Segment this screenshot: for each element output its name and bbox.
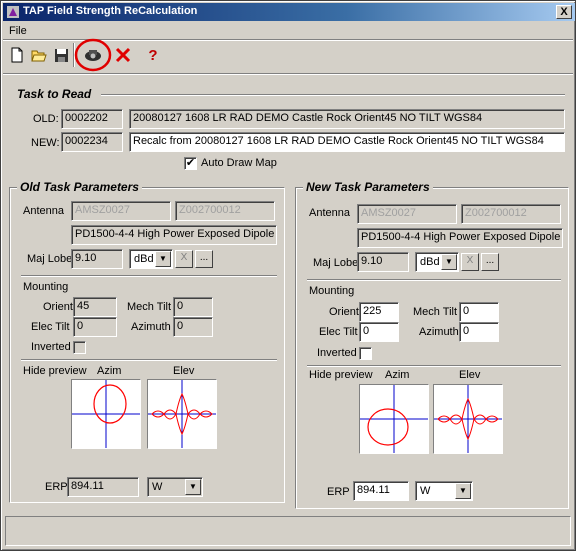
old-erp-value: 894.11: [67, 477, 139, 497]
old-azimuth-label: Azimuth: [131, 321, 171, 333]
old-task-description: 20080127 1608 LR RAD DEMO Castle Rock Or…: [129, 109, 565, 129]
new-elev-label: Elev: [459, 369, 481, 381]
new-azimuth-preview: [359, 384, 429, 454]
old-unit-select[interactable]: dBd ▼: [129, 249, 173, 269]
old-erp-unit-select: W ▼: [147, 477, 203, 497]
new-inverted-label: Inverted: [317, 347, 357, 359]
new-maj-lobe-value: 9.10: [357, 252, 409, 272]
new-azimuth-label: Azimuth: [419, 326, 459, 338]
new-preview-rule: [307, 365, 561, 367]
old-elec-tilt-value: 0: [73, 317, 117, 337]
old-erp-label: ERP: [45, 481, 68, 493]
new-erp-unit-value: W: [420, 485, 431, 497]
new-icon[interactable]: [7, 45, 27, 65]
old-label: OLD:: [33, 113, 59, 125]
old-azim-label: Azim: [97, 365, 122, 377]
old-antenna-id: Z002700012: [175, 201, 275, 221]
old-antenna-label: Antenna: [23, 205, 64, 217]
new-task-description[interactable]: Recalc from 20080127 1608 LR RAD DEMO Ca…: [129, 132, 565, 152]
new-label: NEW:: [31, 137, 60, 149]
highlight-circle: [74, 38, 112, 72]
old-azimuth-pattern: [72, 380, 140, 448]
chevron-down-icon[interactable]: ▼: [441, 254, 457, 270]
new-elevation-pattern: [434, 385, 502, 453]
old-mech-tilt-label: Mech Tilt: [127, 301, 172, 313]
new-inverted-checkbox[interactable]: [359, 347, 372, 360]
new-antenna-id: Z002700012: [461, 204, 561, 224]
title-bar: TAP Field Strength ReCalculation X: [3, 3, 575, 21]
new-antenna-name[interactable]: PD1500-4-4 High Power Exposed Dipole 1: [357, 228, 563, 248]
old-params-heading: Old Task Parameters: [17, 180, 142, 194]
old-orient-label: Orient: [43, 301, 73, 313]
main-window: TAP Field Strength ReCalculation X File …: [0, 0, 576, 551]
new-task-id: 0002234: [61, 132, 123, 152]
old-clear-button[interactable]: X: [175, 250, 193, 268]
auto-draw-checkbox[interactable]: ✔: [184, 157, 197, 170]
auto-draw-label: Auto Draw Map: [201, 157, 277, 169]
chevron-down-icon[interactable]: ▼: [455, 483, 471, 499]
app-icon: [6, 5, 20, 19]
old-more-button[interactable]: ...: [195, 250, 213, 268]
new-maj-lobe-label: Maj Lobe: [313, 257, 359, 269]
new-elec-tilt-label: Elec Tilt: [319, 326, 358, 338]
old-orient-value: 45: [73, 297, 117, 317]
old-preview-rule: [21, 359, 277, 361]
help-icon[interactable]: ?: [143, 45, 163, 65]
old-task-id: 0002202: [61, 109, 123, 129]
old-azimuth-preview: [71, 379, 141, 449]
old-erp-unit-value: W: [152, 481, 163, 493]
open-icon[interactable]: [29, 45, 49, 65]
old-mounting-label: Mounting: [23, 281, 69, 293]
new-erp-label: ERP: [327, 486, 350, 498]
chevron-down-icon[interactable]: ▼: [155, 251, 171, 267]
window-title: TAP Field Strength ReCalculation: [23, 5, 198, 17]
new-more-button[interactable]: ...: [481, 253, 499, 271]
new-elevation-preview: [433, 384, 503, 454]
new-erp-unit-select[interactable]: W ▼: [415, 481, 473, 501]
old-elevation-pattern: [148, 380, 216, 448]
old-inverted-label: Inverted: [31, 341, 71, 353]
old-unit-value: dBd: [134, 253, 154, 265]
old-elec-tilt-label: Elec Tilt: [31, 321, 70, 333]
old-mech-tilt-value: 0: [173, 297, 213, 317]
new-clear-button[interactable]: X: [461, 253, 479, 271]
new-unit-value: dBd: [420, 256, 440, 268]
old-antenna-code: AMSZ0027: [71, 201, 171, 221]
cancel-icon[interactable]: [113, 45, 133, 65]
new-params-heading: New Task Parameters: [303, 180, 433, 194]
status-bar: [5, 516, 571, 546]
new-mech-tilt-label: Mech Tilt: [413, 306, 458, 318]
new-azimuth-input[interactable]: 0: [459, 322, 499, 342]
close-button[interactable]: X: [556, 5, 572, 19]
old-maj-lobe-value: 9.10: [71, 249, 123, 269]
task-heading-rule: [101, 94, 565, 96]
new-unit-select[interactable]: dBd ▼: [415, 252, 459, 272]
old-hide-preview-label[interactable]: Hide preview: [23, 365, 87, 377]
old-maj-lobe-label: Maj Lobe: [27, 253, 73, 265]
new-erp-input[interactable]: 894.11: [353, 481, 409, 501]
new-elec-tilt-input[interactable]: 0: [359, 322, 399, 342]
new-mounting-rule: [307, 279, 561, 281]
old-azimuth-value: 0: [173, 317, 213, 337]
toolbar-divider: [3, 73, 573, 75]
save-icon[interactable]: [51, 45, 71, 65]
task-heading: Task to Read: [17, 87, 92, 101]
new-orient-label: Orient: [329, 306, 359, 318]
new-azimuth-pattern: [360, 385, 428, 453]
new-antenna-code: AMSZ0027: [357, 204, 457, 224]
new-antenna-label: Antenna: [309, 207, 350, 219]
menu-file[interactable]: File: [9, 25, 27, 37]
old-elevation-preview: [147, 379, 217, 449]
old-mounting-rule: [21, 275, 277, 277]
new-mounting-label: Mounting: [309, 285, 355, 297]
chevron-down-icon: ▼: [185, 479, 201, 495]
old-antenna-name: PD1500-4-4 High Power Exposed Dipole 1: [71, 225, 277, 245]
old-elev-label: Elev: [173, 365, 195, 377]
new-orient-input[interactable]: 225: [359, 302, 399, 322]
new-azim-label: Azim: [385, 369, 410, 381]
new-hide-preview-label[interactable]: Hide preview: [309, 369, 373, 381]
new-mech-tilt-input[interactable]: 0: [459, 302, 499, 322]
old-inverted-checkbox: [73, 341, 86, 354]
